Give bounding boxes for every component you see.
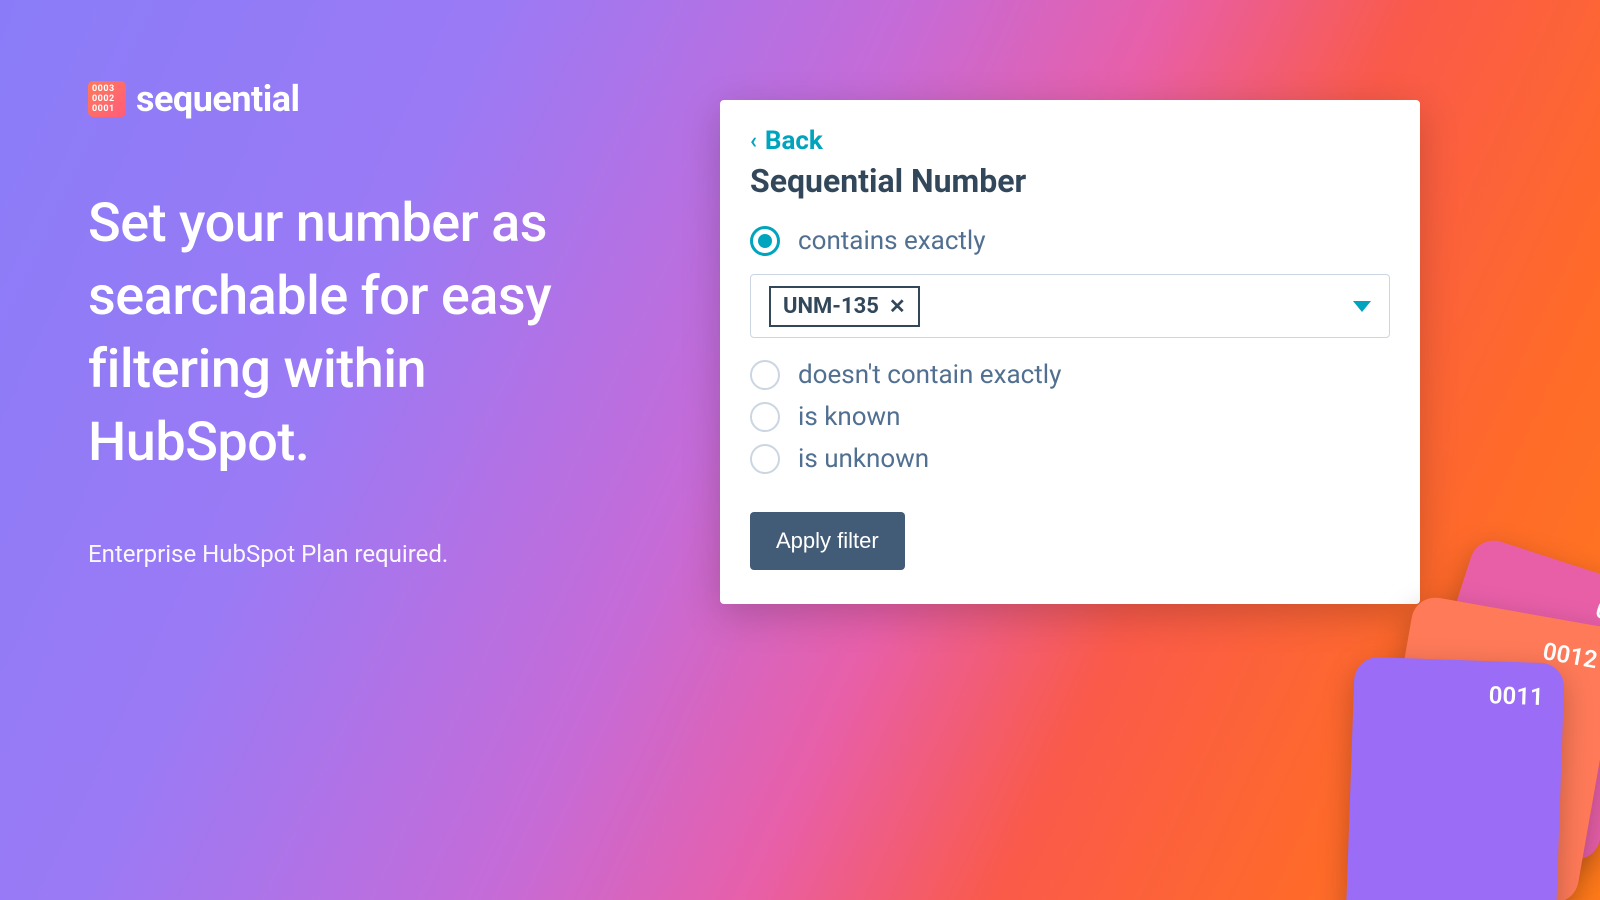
radio-icon [750, 226, 780, 256]
close-icon[interactable]: ✕ [889, 294, 906, 318]
filter-value-select[interactable]: UNM-135 ✕ [750, 274, 1390, 338]
filter-option-contains-exactly[interactable]: contains exactly [750, 226, 1390, 256]
logo-mark-line: 0002 [92, 95, 122, 104]
radio-icon [750, 444, 780, 474]
radio-icon [750, 402, 780, 432]
filter-value-chip: UNM-135 ✕ [769, 286, 920, 327]
filter-option-is-known[interactable]: is known [750, 402, 1390, 432]
filter-option-label: doesn't contain exactly [798, 360, 1061, 390]
apply-filter-button[interactable]: Apply filter [750, 512, 905, 570]
logo-text: sequential [136, 78, 300, 120]
logo-mark-line: 0001 [92, 105, 122, 114]
filter-title: Sequential Number [750, 162, 1390, 200]
hero-subhead: Enterprise HubSpot Plan required. [88, 540, 448, 568]
logo-mark-line: 0003 [92, 85, 122, 94]
filter-panel: ‹ Back Sequential Number contains exactl… [720, 100, 1420, 604]
radio-icon [750, 360, 780, 390]
marketing-slide: 0003 0002 0001 sequential Set your numbe… [0, 0, 1600, 900]
filter-option-is-unknown[interactable]: is unknown [750, 444, 1390, 474]
hero-headline: Set your number as searchable for easy f… [88, 188, 648, 480]
product-logo: 0003 0002 0001 sequential [88, 78, 300, 120]
filter-option-label: is unknown [798, 444, 929, 474]
filter-option-label: contains exactly [798, 226, 986, 256]
back-button[interactable]: ‹ Back [750, 126, 1390, 156]
logo-mark-icon: 0003 0002 0001 [88, 81, 126, 117]
filter-option-label: is known [798, 402, 900, 432]
chevron-left-icon: ‹ [750, 129, 757, 154]
decorative-card-stack: 0013 0012 0011 [1270, 610, 1600, 900]
back-label: Back [765, 126, 823, 156]
filter-option-doesnt-contain-exactly[interactable]: doesn't contain exactly [750, 360, 1390, 390]
decorative-card: 0011 [1345, 656, 1565, 900]
chevron-down-icon [1353, 301, 1371, 312]
chip-text: UNM-135 [783, 294, 879, 319]
